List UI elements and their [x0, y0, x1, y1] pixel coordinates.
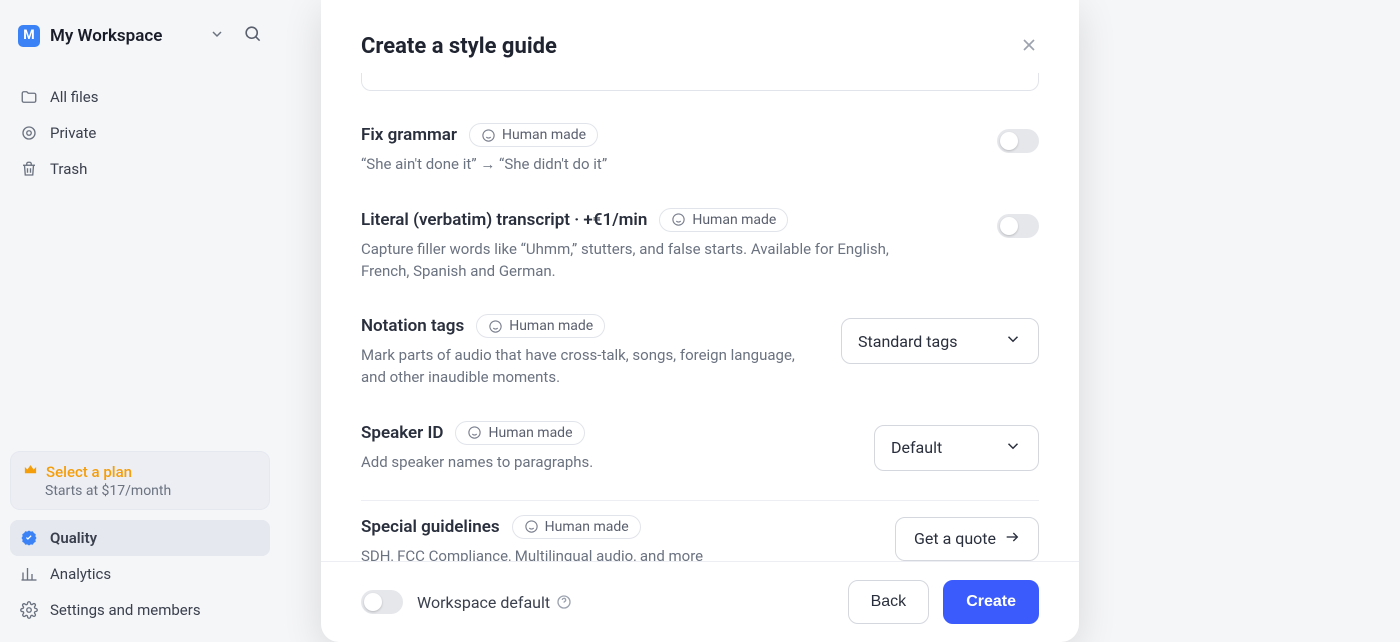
setting-desc: Mark parts of audio that have cross-talk…	[361, 345, 821, 389]
fix-grammar-toggle[interactable]	[997, 129, 1039, 153]
modal-scroll-area[interactable]: Fix grammar Human made “She ain't done i…	[321, 73, 1079, 561]
chevron-down-icon	[1004, 330, 1022, 352]
setting-title: Literal (verbatim) transcript · +€1/min	[361, 210, 647, 230]
chevron-down-icon	[1004, 437, 1022, 459]
setting-desc: Capture filler words like “Uhmm,” stutte…	[361, 239, 921, 283]
button-label: Get a quote	[914, 529, 996, 548]
modal-overlay: Create a style guide Fix grammar Human m…	[0, 0, 1400, 638]
setting-title: Notation tags	[361, 316, 464, 336]
setting-desc: “She ain't done it” → “She didn't do it”	[361, 154, 921, 176]
smiley-icon	[467, 425, 482, 440]
select-value: Default	[891, 438, 942, 457]
notation-tags-select[interactable]: Standard tags	[841, 318, 1039, 364]
smiley-icon	[488, 319, 503, 334]
smiley-icon	[524, 519, 539, 534]
setting-title: Speaker ID	[361, 423, 443, 443]
modal-footer: Workspace default Back Create	[321, 561, 1079, 642]
workspace-default-label: Workspace default	[417, 593, 550, 612]
create-style-guide-modal: Create a style guide Fix grammar Human m…	[321, 0, 1079, 642]
close-icon[interactable]	[1019, 35, 1039, 59]
setting-desc: Add speaker names to paragraphs.	[361, 452, 854, 474]
setting-verbatim: Literal (verbatim) transcript · +€1/min …	[361, 194, 1039, 301]
setting-title: Fix grammar	[361, 125, 457, 145]
human-made-badge: Human made	[455, 421, 584, 445]
setting-desc: SDH, FCC Compliance, Multilingual audio,…	[361, 546, 875, 562]
back-button[interactable]: Back	[848, 580, 930, 624]
speaker-id-select[interactable]: Default	[874, 425, 1039, 471]
text-input-partial[interactable]	[361, 73, 1039, 91]
arrow-right-icon	[1004, 529, 1020, 549]
select-value: Standard tags	[858, 332, 957, 351]
human-made-badge: Human made	[476, 314, 605, 338]
setting-notation-tags: Notation tags Human made Mark parts of a…	[361, 300, 1039, 407]
setting-speaker-id: Speaker ID Human made Add speaker names …	[361, 407, 1039, 492]
help-icon[interactable]	[556, 594, 572, 610]
human-made-badge: Human made	[659, 208, 788, 232]
verbatim-toggle[interactable]	[997, 214, 1039, 238]
human-made-badge: Human made	[512, 515, 641, 539]
human-made-badge: Human made	[469, 123, 598, 147]
workspace-default-toggle[interactable]	[361, 590, 403, 614]
create-button[interactable]: Create	[943, 580, 1039, 624]
get-a-quote-button[interactable]: Get a quote	[895, 517, 1039, 561]
setting-title: Special guidelines	[361, 517, 500, 537]
setting-fix-grammar: Fix grammar Human made “She ain't done i…	[361, 109, 1039, 194]
smiley-icon	[671, 212, 686, 227]
modal-title: Create a style guide	[361, 34, 557, 59]
smiley-icon	[481, 128, 496, 143]
setting-special-guidelines: Special guidelines Human made SDH, FCC C…	[361, 501, 1039, 562]
